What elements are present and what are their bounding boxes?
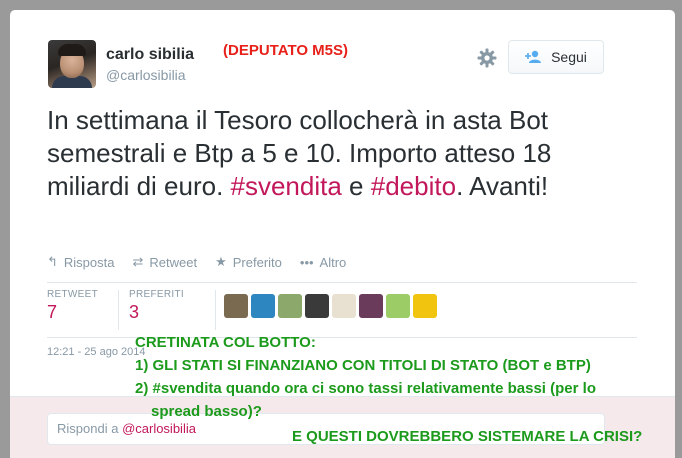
tweet-text-segment: e [341,171,371,201]
favoriter-avatar[interactable] [224,294,248,318]
favoriter-avatar[interactable] [305,294,329,318]
reply-action[interactable]: ↰ Risposta [47,254,114,270]
annotation-title: CRETINATA COL BOTTO: [135,334,316,351]
favoriters-avatars [224,294,437,318]
add-user-icon [525,50,542,63]
retweet-label: Retweet [149,254,198,270]
favoriter-avatar[interactable] [413,294,437,318]
favorite-label: Preferito [232,254,282,270]
avatar[interactable] [48,40,96,88]
tweet-text: In settimana il Tesoro collocherà in ast… [47,104,637,203]
divider [47,282,637,283]
tweet-card: carlo sibilia @carlosibilia (DEPUTATO M5… [10,10,675,458]
favoriter-avatar[interactable] [386,294,410,318]
follow-button-label: Segui [551,49,587,65]
hashtag-link[interactable]: #svendita [231,171,342,201]
retweet-action[interactable]: ⇄ Retweet [132,254,197,270]
follow-button[interactable]: Segui [508,40,604,74]
reply-placeholder: Rispondi a [57,421,119,436]
gear-icon[interactable] [477,48,497,68]
more-action[interactable]: ••• Altro [300,254,346,270]
favorites-count[interactable]: 3 [129,302,139,323]
retweet-stat-label: RETWEET [47,289,98,300]
user-name[interactable]: carlo sibilia [106,46,194,64]
user-handle[interactable]: @carlosibilia [106,67,186,83]
annotation-deputato: (DEPUTATO M5S) [223,42,349,59]
more-icon: ••• [299,254,314,270]
reply-label: Risposta [63,254,115,270]
favoriter-avatar[interactable] [251,294,275,318]
reply-area: Rispondi a @carlosibilia [10,396,675,458]
tweet-timestamp[interactable]: 12:21 - 25 ago 2014 [47,346,145,358]
favoriter-avatar[interactable] [278,294,302,318]
favorites-stat-label: PREFERITI [129,289,184,300]
annotation-closing: E QUESTI DOVREBBERO SISTEMARE LA CRISI? [292,428,643,445]
favoriter-avatar[interactable] [332,294,356,318]
retweet-count[interactable]: 7 [47,302,57,323]
reply-mention: @carlosibilia [122,421,196,436]
tweet-text-segment: . Avanti! [456,171,549,201]
favorite-icon: ★ [215,254,227,269]
annotation-point-2: 2) #svendita quando ora ci sono tassi re… [135,380,596,397]
annotation-point-2-cont: spread basso)? [151,403,262,420]
reply-icon: ↰ [47,254,58,269]
tweet-actions: ↰ Risposta ⇄ Retweet ★ Preferito ••• Altro [47,254,346,270]
hashtag-link[interactable]: #debito [371,171,456,201]
retweet-icon: ⇄ [132,254,144,269]
divider [118,290,119,330]
favorite-action[interactable]: ★ Preferito [215,254,282,270]
annotation-point-1: 1) GLI STATI SI FINANZIANO CON TITOLI DI… [135,357,591,374]
favoriter-avatar[interactable] [359,294,383,318]
more-label: Altro [319,254,347,270]
divider [215,290,216,330]
